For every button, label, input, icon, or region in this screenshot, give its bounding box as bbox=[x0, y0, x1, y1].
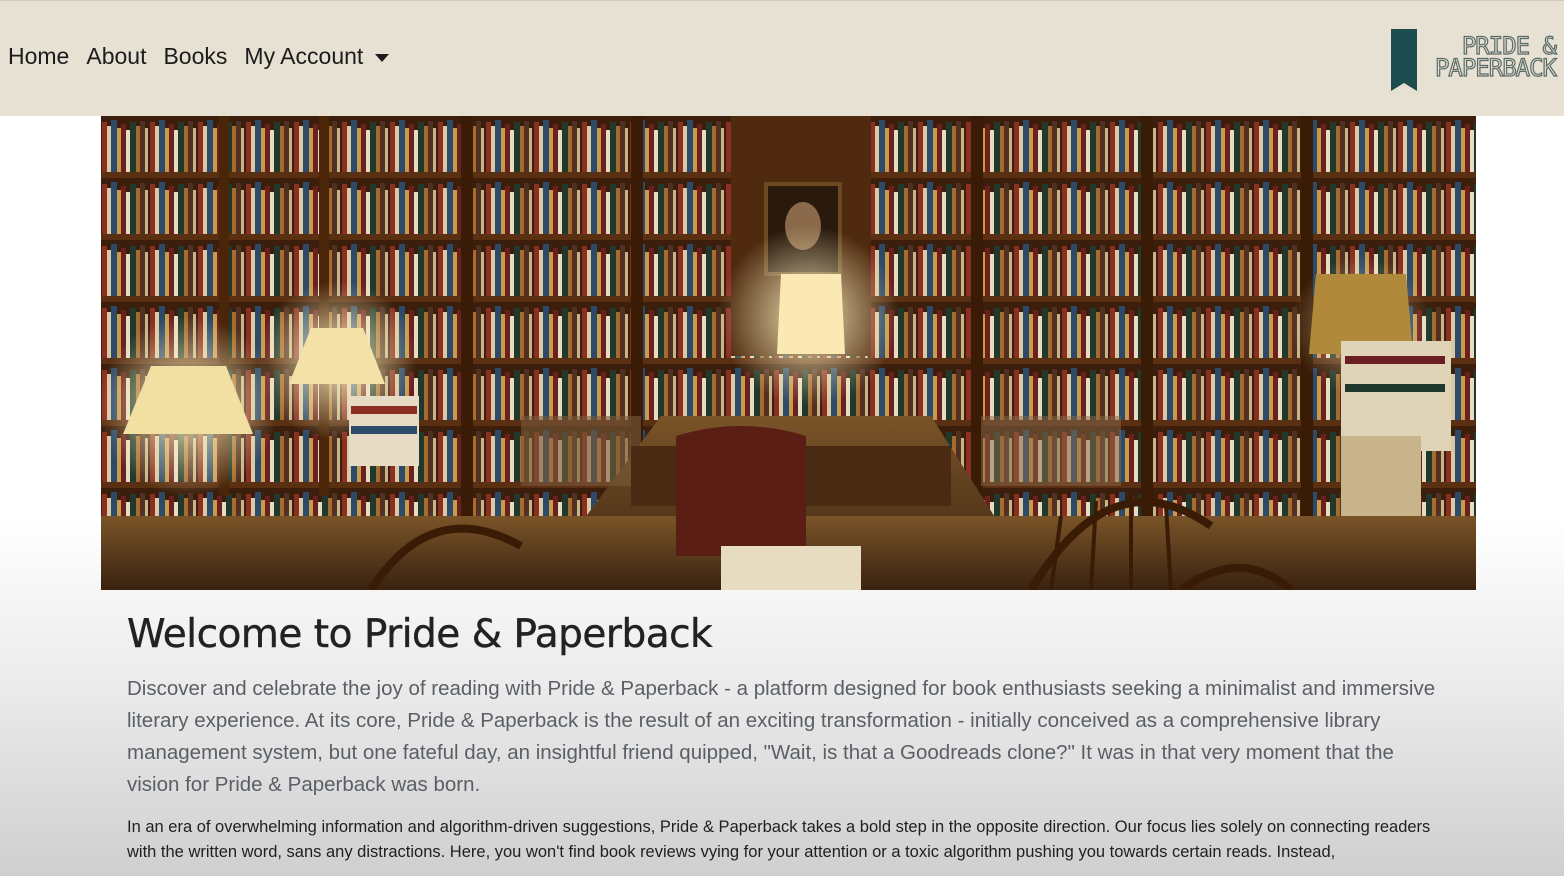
nav-my-account[interactable]: My Account bbox=[244, 43, 363, 70]
navbar: Home About Books My Account PRIDE & PAPE… bbox=[0, 0, 1564, 116]
nav-links: Home About Books My Account bbox=[8, 43, 390, 70]
brand-line-2: PAPERBACK bbox=[1434, 54, 1557, 82]
brand-name: PRIDE & PAPERBACK bbox=[1434, 33, 1557, 82]
page-title: Welcome to Pride & Paperback bbox=[127, 612, 713, 657]
caret-down-icon[interactable] bbox=[375, 53, 390, 62]
nav-about[interactable]: About bbox=[86, 43, 146, 70]
nav-home[interactable]: Home bbox=[8, 43, 69, 70]
bookstore-illustration bbox=[101, 116, 1476, 590]
intro-paragraph: Discover and celebrate the joy of readin… bbox=[127, 677, 1436, 796]
body-paragraph: In an era of overwhelming information an… bbox=[127, 818, 1431, 861]
main-content: Welcome to Pride & Paperback Discover an… bbox=[127, 612, 1447, 865]
my-account-dropdown[interactable]: My Account bbox=[244, 43, 390, 70]
bookmark-icon bbox=[1390, 29, 1417, 91]
hero-image bbox=[101, 116, 1476, 590]
brand-logo[interactable]: PRIDE & PAPERBACK bbox=[1390, 29, 1558, 91]
nav-books[interactable]: Books bbox=[163, 43, 227, 70]
